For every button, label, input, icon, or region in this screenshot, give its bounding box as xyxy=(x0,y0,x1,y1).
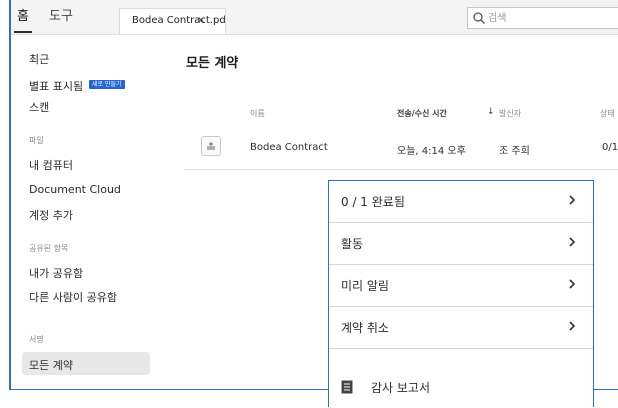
sidebar-item-document-cloud[interactable]: Document Cloud xyxy=(29,183,121,196)
sidebar-item-recent[interactable]: 최근 xyxy=(29,51,49,67)
sidebar-item-shared-by-me[interactable]: 내가 공유함 xyxy=(29,265,83,281)
close-tab-icon[interactable]: × xyxy=(197,15,205,26)
menu-item-label: 미리 알림 xyxy=(341,279,389,293)
agreement-context-menu: 0 / 1 완료됨 활동 미리 알림 계약 취소 감사 보고서 xyxy=(328,180,594,407)
column-header-sender[interactable]: 발신자 xyxy=(499,108,521,119)
document-tab[interactable]: Bodea Contract.pdf xyxy=(119,8,226,34)
menu-item-audit-report[interactable]: 감사 보고서 xyxy=(329,368,593,408)
sidebar-item-add-account[interactable]: 계정 추가 xyxy=(29,207,73,223)
tab-tools[interactable]: 도구 xyxy=(49,5,73,29)
audit-report-label: 감사 보고서 xyxy=(371,381,431,395)
chevron-right-icon xyxy=(569,279,576,289)
menu-item-label: 0 / 1 완료됨 xyxy=(341,195,405,209)
menu-item-completed[interactable]: 0 / 1 완료됨 xyxy=(329,181,593,223)
sort-arrow-icon[interactable]: ↓ xyxy=(487,107,495,117)
menu-item-reminder[interactable]: 미리 알림 xyxy=(329,265,593,307)
new-badge: 새로 만들기 xyxy=(89,80,125,89)
chevron-right-icon xyxy=(569,237,576,247)
sidebar-item-scan[interactable]: 스캔 xyxy=(29,99,49,115)
row-time: 오늘, 4:14 오후 xyxy=(397,146,466,157)
row-sender: 조 주희 xyxy=(499,146,530,157)
column-header-sent-received[interactable]: 전송/수신 시간 xyxy=(397,108,447,119)
page-title: 모든 계약 xyxy=(186,56,239,71)
sidebar-header-shared: 공유된 항목 xyxy=(29,244,69,253)
document-tab-label: Bodea Contract.pdf xyxy=(132,15,226,26)
sidebar-item-shared-by-others[interactable]: 다른 사람이 공유함 xyxy=(29,289,117,305)
row-divider xyxy=(184,169,618,170)
tab-home[interactable]: 홈 xyxy=(14,5,32,33)
sidebar-item-my-computer[interactable]: 내 컴퓨터 xyxy=(29,157,73,173)
row-status: 0/1 xyxy=(602,142,618,153)
column-header-name[interactable]: 이름 xyxy=(250,108,265,119)
chevron-right-icon xyxy=(569,321,576,331)
chevron-right-icon xyxy=(569,195,576,205)
sidebar-item-starred[interactable]: 별표 표시됨 xyxy=(29,78,83,94)
search-box[interactable] xyxy=(467,7,618,29)
menu-item-label: 활동 xyxy=(341,237,364,251)
sidebar-header-sign: 서명 xyxy=(29,335,44,344)
window-frame-left xyxy=(9,0,11,390)
menu-item-cancel-agreement[interactable]: 계약 취소 xyxy=(329,307,593,349)
row-name[interactable]: Bodea Contract xyxy=(250,142,328,153)
agreement-file-icon xyxy=(201,136,221,156)
menu-item-label: 계약 취소 xyxy=(341,321,389,335)
column-header-status[interactable]: 상태 xyxy=(600,108,615,119)
search-input[interactable] xyxy=(488,10,618,26)
menu-item-activity[interactable]: 활동 xyxy=(329,223,593,265)
sidebar-header-files: 파일 xyxy=(29,136,44,145)
search-icon xyxy=(473,12,485,24)
sidebar-item-all-agreements[interactable]: 모든 계약 xyxy=(29,357,73,373)
report-icon xyxy=(341,380,353,394)
top-bar: 홈 도구 Bodea Contract.pdf xyxy=(11,0,618,35)
